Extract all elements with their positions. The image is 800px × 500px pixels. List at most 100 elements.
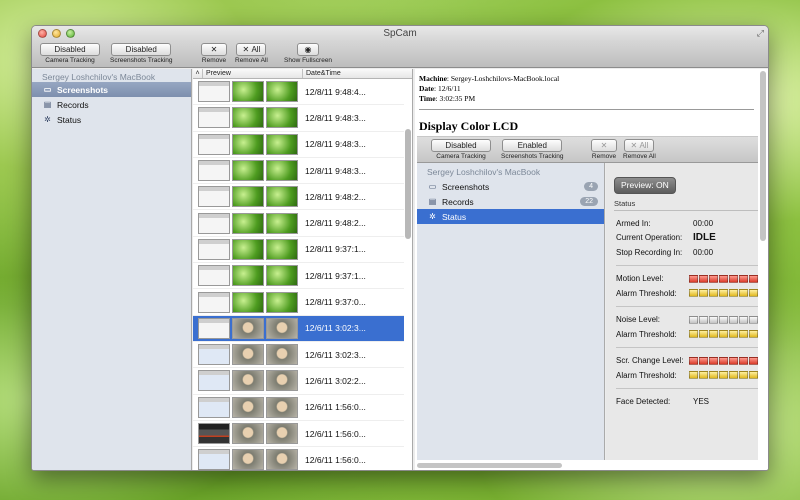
sidebar-header: Sergey Loshchilov's MacBook	[42, 72, 156, 82]
table-row[interactable]: 12/8/11 9:48:3...	[193, 132, 404, 158]
table-row[interactable]: 12/8/11 9:48:2...	[193, 184, 404, 211]
remove-all-button[interactable]: ✕ All	[236, 43, 267, 56]
meter-segment	[749, 356, 758, 365]
thumbnail-image	[266, 317, 298, 339]
thumbnail-image	[198, 370, 230, 392]
status-box: Armed In: 00:00 Current Operation: IDLE St…	[614, 210, 758, 409]
table-row[interactable]: 12/8/11 9:48:3...	[193, 105, 404, 132]
count-badge: 22	[580, 197, 598, 206]
screenshots-tracking-button[interactable]: Disabled	[111, 43, 172, 56]
embedded-item-label: Status	[442, 211, 467, 222]
scr-alarm-row: Alarm Threshold:	[616, 368, 758, 383]
row-date: 12/6/11 1:56:0...	[305, 428, 366, 439]
sort-arrow-icon[interactable]: ˄	[193, 69, 203, 78]
sidebar-item-records[interactable]: ▤ Records	[32, 97, 191, 112]
thumbnail-image	[232, 396, 264, 418]
table-row[interactable]: 12/8/11 9:37:1...	[193, 263, 404, 290]
embedded-item-records: ▤ Records 22	[417, 194, 604, 209]
embedded-sidebar-header: Sergey Loshchilov's MacBook	[427, 167, 541, 177]
table-row[interactable]: 12/8/11 9:37:1...	[193, 237, 404, 264]
table-row[interactable]: 12/6/11 3:02:3...	[193, 342, 404, 369]
preview-thumbnails	[193, 107, 303, 129]
preview-thumbnails	[193, 186, 303, 208]
camera-tracking-button[interactable]: Disabled	[40, 43, 100, 56]
thumbnail-image	[232, 344, 264, 366]
thumbnail-image	[198, 317, 230, 339]
embedded-item-label: Records	[442, 196, 474, 207]
show-fullscreen-button[interactable]: ◉	[297, 43, 320, 56]
date-label: Date	[419, 84, 434, 93]
meter-segment	[709, 356, 718, 365]
row-date: 12/8/11 9:37:1...	[305, 244, 366, 255]
remove-all-label: Remove All	[235, 57, 268, 64]
row-date: 12/8/11 9:48:3...	[305, 165, 366, 176]
thumbnail-image	[198, 238, 230, 260]
embedded-remove-all-button: ✕ All	[624, 139, 655, 152]
detail-horizontal-scrollbar[interactable]	[417, 463, 562, 468]
meter-segment	[729, 371, 738, 380]
thumbnail-image	[198, 186, 230, 208]
table-row[interactable]: 12/8/11 9:37:0...	[193, 289, 404, 316]
meter-segment	[689, 330, 698, 339]
motion-row: Motion Level:	[616, 272, 758, 287]
preview-thumbnails	[193, 81, 303, 103]
screenshots-tracking-group: Disabled Screenshots Tracking	[110, 43, 173, 64]
remove-button[interactable]: ✕	[201, 43, 227, 56]
table-row[interactable]: 12/6/11 3:02:3...	[193, 315, 404, 342]
preview-thumbnails	[193, 265, 303, 287]
embedded-camera-button: Disabled	[431, 139, 491, 152]
sidebar-item-status[interactable]: ✲ Status	[32, 112, 191, 127]
armed-label: Armed In:	[616, 218, 651, 228]
meter-segment	[709, 330, 718, 339]
thumbnail-image	[198, 212, 230, 234]
detail-pane: Machine: Sergey-Loshchilovs-MacBook.loca…	[415, 69, 768, 470]
noise-alarm-row: Alarm Threshold:	[616, 327, 758, 342]
face-value: YES	[693, 397, 710, 407]
remove-label: Remove	[201, 57, 227, 64]
sidebar-item-screenshots[interactable]: ▭ Screenshots	[32, 82, 191, 97]
x-icon: ✕	[600, 141, 608, 150]
meter-segment	[749, 289, 758, 298]
sidebar-item-label: Status	[57, 114, 82, 125]
table-row[interactable]: 12/6/11 1:56:0...	[193, 395, 404, 421]
divider	[616, 264, 758, 266]
table-row[interactable]: 12/6/11 1:56:0...	[193, 421, 404, 448]
table-row[interactable]: 12/8/11 9:48:3...	[193, 158, 404, 185]
film-icon: ▤	[428, 197, 437, 206]
thumbnail-image	[266, 186, 298, 208]
scr-label: Scr. Change Level:	[616, 356, 684, 366]
table-row[interactable]: 12/8/11 9:48:4...	[193, 79, 404, 106]
embedded-remove-all-group: ✕ All Remove All	[623, 139, 656, 160]
detail-vertical-scrollbar[interactable]	[760, 71, 766, 241]
meter-segment	[689, 274, 698, 283]
time-value: : 3:02:35 PM	[435, 94, 476, 103]
embedded-item-screenshots: ▭ Screenshots 4	[417, 179, 604, 194]
toolbar: Disabled Camera Tracking Disabled Screen…	[32, 41, 768, 68]
embedded-remove-all-text: All	[639, 141, 649, 150]
thumbnail-image	[232, 238, 264, 260]
embedded-shots-label: Screenshots Tracking	[501, 153, 564, 160]
column-header-preview[interactable]: Preview	[203, 69, 303, 78]
x-icon: ✕	[630, 141, 638, 150]
meter-segment	[699, 274, 708, 283]
title-bar: SpCam ⤢	[32, 26, 768, 41]
row-date: 12/6/11 3:02:3...	[305, 323, 366, 334]
list-scrollbar[interactable]	[405, 129, 411, 239]
table-row[interactable]: 12/6/11 3:02:2...	[193, 368, 404, 395]
preview-thumbnails	[193, 238, 303, 260]
motion-threshold-meter	[689, 289, 758, 298]
thumbnail-image	[232, 133, 264, 155]
remove-all-group: ✕ All Remove All	[235, 43, 268, 64]
row-date: 12/6/11 3:02:2...	[305, 375, 366, 386]
operation-value: IDLE	[693, 232, 716, 244]
thumbnail-image	[198, 81, 230, 103]
column-header-date[interactable]: Date&Time	[303, 69, 412, 78]
thumbnail-image	[198, 423, 230, 444]
divider	[616, 387, 758, 389]
fullscreen-arrows-icon[interactable]: ⤢	[757, 28, 764, 39]
preview-thumbnails	[193, 370, 303, 392]
motion-alarm-row: Alarm Threshold:	[616, 286, 758, 301]
table-row[interactable]: 12/6/11 1:56:0...	[193, 447, 404, 470]
table-row[interactable]: 12/8/11 9:48:2...	[193, 210, 404, 237]
thumbnail-image	[198, 107, 230, 129]
